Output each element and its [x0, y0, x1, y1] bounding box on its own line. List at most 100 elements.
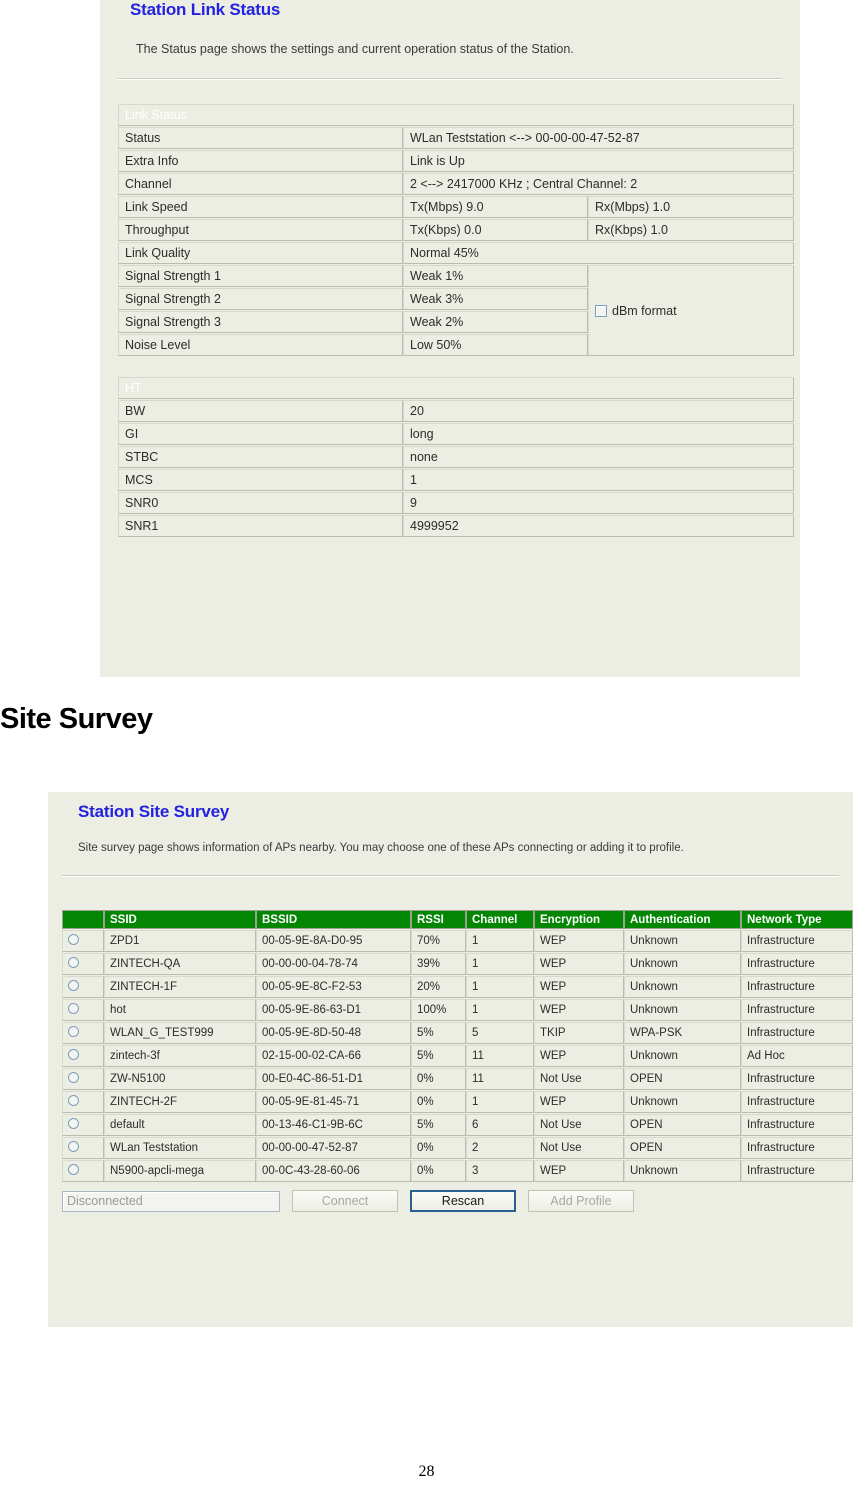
row-label: Status — [118, 127, 403, 149]
table-row: Status WLan Teststation <--> 00-00-00-47-… — [118, 127, 794, 149]
table-row[interactable]: ZINTECH-1F 00-05-9E-8C-F2-53 20% 1 WEP Unknow… — [62, 976, 853, 998]
cell-ssid: ZPD1 — [104, 930, 256, 952]
table-row[interactable]: ZINTECH-2F 00-05-9E-81-45-71 0% 1 WEP Unknown… — [62, 1091, 853, 1113]
ap-select-radio-cell[interactable] — [62, 1068, 104, 1090]
row-value: long — [403, 423, 795, 445]
ap-select-radio-cell[interactable] — [62, 953, 104, 975]
table-row[interactable]: N5900-apcli-mega 00-0C-43-28-60-06 0% 3 WEP U… — [62, 1160, 853, 1182]
ap-select-radio[interactable] — [68, 1095, 79, 1106]
cell-rssi: 70% — [411, 930, 466, 952]
ap-select-radio[interactable] — [68, 1072, 79, 1083]
ap-select-radio[interactable] — [68, 1118, 79, 1129]
cell-encryption: WEP — [534, 1160, 624, 1182]
row-value: Weak 2% — [403, 311, 588, 333]
cell-authentication: OPEN — [624, 1068, 741, 1090]
ap-select-radio[interactable] — [68, 1141, 79, 1152]
site-survey-section-heading: Site Survey — [0, 703, 153, 735]
ap-select-radio[interactable] — [68, 1164, 79, 1175]
column-header-encryption: Encryption — [534, 910, 624, 929]
cell-authentication: Unknown — [624, 953, 741, 975]
cell-authentication: OPEN — [624, 1137, 741, 1159]
row-value: 1 — [403, 469, 795, 491]
column-header-channel: Channel — [466, 910, 534, 929]
ap-select-radio[interactable] — [68, 980, 79, 991]
row-label: Link Speed — [118, 196, 403, 218]
ap-select-radio[interactable] — [68, 957, 79, 968]
ap-select-radio-cell[interactable] — [62, 976, 104, 998]
table-row: MCS 1 — [118, 469, 795, 491]
connection-status-input[interactable] — [62, 1190, 280, 1212]
row-value-tx: Tx(Mbps) 9.0 — [403, 196, 588, 218]
table-row: Extra Info Link is Up — [118, 150, 794, 172]
cell-rssi: 100% — [411, 999, 466, 1021]
row-value: 20 — [403, 400, 795, 422]
row-label: BW — [118, 400, 403, 422]
row-value: WLan Teststation <--> 00-00-00-47-52-87 — [403, 127, 794, 149]
cell-encryption: WEP — [534, 1045, 624, 1067]
ap-select-radio-cell[interactable] — [62, 1091, 104, 1113]
table-row[interactable]: ZINTECH-QA 00-00-00-04-78-74 39% 1 WEP Unknow… — [62, 953, 853, 975]
page-number: 28 — [418, 1463, 435, 1480]
rescan-button[interactable]: Rescan — [410, 1190, 516, 1212]
cell-encryption: WEP — [534, 930, 624, 952]
site-survey-description: Site survey page shows information of AP… — [78, 842, 684, 854]
cell-encryption: WEP — [534, 976, 624, 998]
ap-select-radio-cell[interactable] — [62, 930, 104, 952]
ap-select-radio-cell[interactable] — [62, 1114, 104, 1136]
cell-network-type: Infrastructure — [741, 953, 853, 975]
table-row[interactable]: zintech-3f 02-15-00-02-CA-66 5% 11 WEP Unknow… — [62, 1045, 853, 1067]
table-row[interactable]: WLan Teststation 00-00-00-47-52-87 0% 2 Not … — [62, 1137, 853, 1159]
row-label: Throughput — [118, 219, 403, 241]
ap-select-radio-cell[interactable] — [62, 1160, 104, 1182]
row-value: none — [403, 446, 795, 468]
column-header-network-type: Network Type — [741, 910, 853, 929]
ap-select-radio-cell[interactable] — [62, 1045, 104, 1067]
cell-authentication: Unknown — [624, 976, 741, 998]
add-profile-button[interactable]: Add Profile — [528, 1190, 634, 1212]
cell-ssid: ZINTECH-QA — [104, 953, 256, 975]
table-row[interactable]: hot 00-05-9E-86-63-D1 100% 1 WEP Unknown Infra… — [62, 999, 853, 1021]
cell-rssi: 0% — [411, 1137, 466, 1159]
row-label: Signal Strength 2 — [118, 288, 403, 310]
cell-rssi: 20% — [411, 976, 466, 998]
ap-select-radio-cell[interactable] — [62, 999, 104, 1021]
connect-button[interactable]: Connect — [292, 1190, 398, 1212]
cell-channel: 6 — [466, 1114, 534, 1136]
cell-encryption: TKIP — [534, 1022, 624, 1044]
row-value: Low 50% — [403, 334, 588, 356]
cell-bssid: 00-E0-4C-86-51-D1 — [256, 1068, 411, 1090]
table-row[interactable]: default 00-13-46-C1-9B-6C 5% 6 Not Use OPEN In… — [62, 1114, 853, 1136]
table-row: Link Quality Normal 45% — [118, 242, 794, 264]
column-header-authentication: Authentication — [624, 910, 741, 929]
column-header-ssid: SSID — [104, 910, 256, 929]
cell-rssi: 5% — [411, 1114, 466, 1136]
table-row[interactable]: ZPD1 00-05-9E-8A-D0-95 70% 1 WEP Unknown Infra… — [62, 930, 853, 952]
ap-select-radio[interactable] — [68, 1049, 79, 1060]
table-header-row: Link Status — [118, 104, 794, 126]
cell-authentication: Unknown — [624, 930, 741, 952]
dbm-format-label: dBm format — [612, 303, 677, 318]
ap-select-radio[interactable] — [68, 1003, 79, 1014]
row-label: Extra Info — [118, 150, 403, 172]
cell-rssi: 0% — [411, 1160, 466, 1182]
ap-select-radio[interactable] — [68, 934, 79, 945]
cell-ssid: ZINTECH-2F — [104, 1091, 256, 1113]
cell-network-type: Infrastructure — [741, 1114, 853, 1136]
dbm-format-checkbox[interactable] — [595, 304, 607, 317]
table-row: SNR1 4999952 — [118, 515, 795, 537]
row-value: 9 — [403, 492, 795, 514]
cell-channel: 1 — [466, 999, 534, 1021]
link-status-header-label: Link Status — [118, 104, 794, 126]
ap-select-radio-cell[interactable] — [62, 1022, 104, 1044]
table-row[interactable]: ZW-N5100 00-E0-4C-86-51-D1 0% 11 Not Use OPEN… — [62, 1068, 853, 1090]
ap-select-radio[interactable] — [68, 1026, 79, 1037]
station-link-status-panel: Station Link Status The Status page show… — [100, 0, 800, 677]
table-row[interactable]: WLAN_G_TEST999 00-05-9E-8D-50-48 5% 5 TKIP WP… — [62, 1022, 853, 1044]
site-survey-controls: Connect Rescan Add Profile — [62, 1183, 853, 1212]
cell-ssid: zintech-3f — [104, 1045, 256, 1067]
station-site-survey-panel: Station Site Survey Site survey page sho… — [48, 792, 853, 1327]
row-label: SNR0 — [118, 492, 403, 514]
ap-select-radio-cell[interactable] — [62, 1137, 104, 1159]
cell-ssid: hot — [104, 999, 256, 1021]
table-row: Link Speed Tx(Mbps) 9.0 Rx(Mbps) 1.0 — [118, 196, 794, 218]
